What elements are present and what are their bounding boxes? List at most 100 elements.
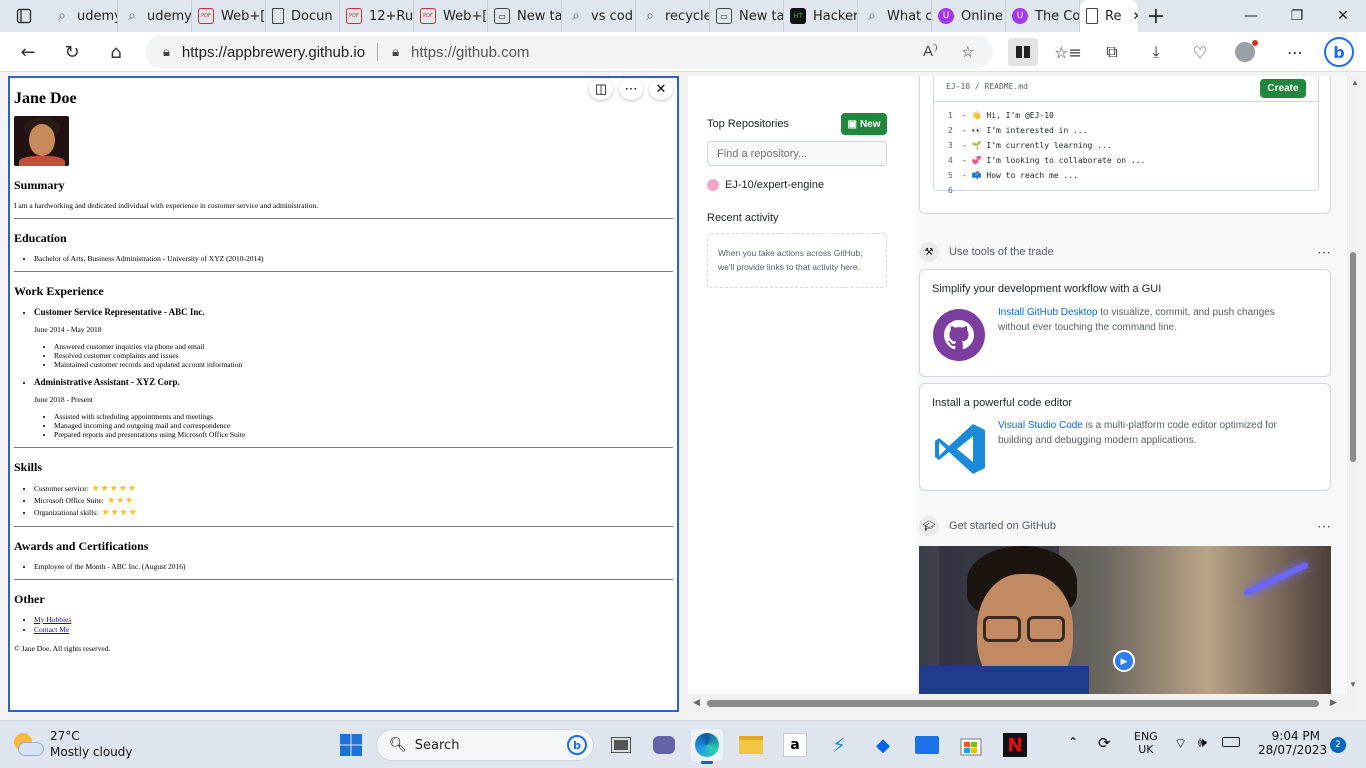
star-rating: ★★★ bbox=[103, 495, 135, 505]
find-repo-input[interactable] bbox=[707, 141, 887, 166]
education-item: Bachelor of Arts, Business Administratio… bbox=[34, 254, 673, 263]
weather-icon[interactable] bbox=[14, 731, 46, 759]
tab[interactable]: PDF Web+[ bbox=[192, 0, 266, 32]
tab-label: Online bbox=[961, 8, 1003, 24]
tab[interactable]: PDF Web+[ bbox=[414, 0, 488, 32]
language-indicator[interactable]: ENG UK bbox=[1134, 730, 1158, 756]
vertical-scrollbar[interactable]: ▲ ▼ bbox=[1347, 76, 1359, 694]
bing-chat-icon[interactable]: b bbox=[1322, 35, 1356, 69]
clock[interactable]: 9:04 PM 28/07/2023 bbox=[1258, 729, 1327, 757]
job-duty: Maintained customer records and updated … bbox=[54, 360, 673, 369]
battery-icon[interactable] bbox=[1222, 737, 1240, 747]
tab[interactable]: ▭ New ta bbox=[488, 0, 562, 32]
readme-line: 2- 👀 I’m interested in ... bbox=[948, 126, 1088, 135]
read-aloud-icon[interactable]: Aʼ) bbox=[923, 43, 937, 60]
started-more-icon[interactable]: ⋯ bbox=[1317, 518, 1331, 535]
start-button[interactable] bbox=[335, 729, 367, 761]
amazon-icon[interactable]: a bbox=[779, 729, 811, 761]
star-rating: ★★★★★ bbox=[88, 483, 137, 493]
taskbar-search[interactable]: 🔍︎ Search b bbox=[376, 729, 594, 761]
notification-badge[interactable]: 2 bbox=[1330, 737, 1346, 753]
edge-taskbar-icon[interactable] bbox=[691, 729, 723, 764]
open-in-tab-icon[interactable]: ◫ bbox=[589, 78, 613, 100]
wifi-icon[interactable]: ⌔ bbox=[1174, 735, 1187, 753]
search-icon: ⌕ bbox=[646, 8, 654, 24]
job-duty: Resolved customer complaints and issues bbox=[54, 351, 673, 360]
hackerrank-icon: HT bbox=[790, 8, 806, 24]
tab[interactable]: ⌕ udemy bbox=[118, 0, 192, 32]
netflix-icon[interactable]: N bbox=[999, 729, 1031, 761]
dropbox-icon[interactable]: ◆ bbox=[867, 729, 899, 761]
collections-icon[interactable]: ⧉ bbox=[1097, 38, 1127, 66]
github-sidebar: Top Repositories ▣New EJ-10/expert-engin… bbox=[688, 76, 916, 712]
star-rating: ★★★★ bbox=[98, 507, 138, 517]
play-icon[interactable]: ▶ bbox=[1113, 650, 1135, 672]
tab[interactable]: HT Hacker bbox=[784, 0, 858, 32]
repo-avatar-icon bbox=[707, 179, 719, 191]
refresh-button[interactable]: ↻ bbox=[58, 38, 86, 66]
favorites-icon[interactable]: ☆≡ bbox=[1053, 38, 1083, 66]
vertical-scroll-thumb[interactable] bbox=[1350, 252, 1356, 462]
horizontal-scroll-thumb[interactable] bbox=[707, 700, 1319, 707]
show-hidden-icons[interactable]: ⌃ bbox=[1068, 735, 1078, 749]
profile-avatar[interactable] bbox=[1230, 38, 1260, 66]
newtab-icon: ▭ bbox=[716, 8, 732, 24]
tab-label: Hacker bbox=[813, 8, 858, 24]
performance-icon[interactable]: ♡ bbox=[1185, 38, 1215, 66]
new-repo-button[interactable]: ▣ New bbox=[841, 113, 887, 135]
favorite-star-icon[interactable]: ☆ bbox=[961, 43, 974, 61]
tools-icon: ⚒ bbox=[919, 242, 939, 262]
resume: Jane Doe Summary I am a hardworking and … bbox=[10, 78, 677, 653]
task-view-icon[interactable] bbox=[605, 729, 637, 761]
tab[interactable]: U Online bbox=[932, 0, 1006, 32]
address-bar[interactable]: 🔒︎ https://appbrewery.github.io 🔒︎ https… bbox=[145, 36, 993, 68]
more-menu-icon[interactable]: ⋯ bbox=[1280, 38, 1310, 66]
pane-more-icon[interactable]: ⋯ bbox=[619, 78, 643, 100]
mail-icon[interactable] bbox=[911, 729, 943, 761]
job-duty: Managed incoming and outgoing mail and c… bbox=[54, 421, 673, 430]
create-button[interactable]: Create bbox=[1260, 79, 1306, 98]
skill-item: Organizational skills: ★★★★ bbox=[34, 507, 673, 518]
tab[interactable]: ▭ New ta bbox=[710, 0, 784, 32]
tab-actions-icon[interactable] bbox=[0, 0, 48, 32]
repo-link[interactable]: EJ-10/expert-engine bbox=[707, 179, 824, 191]
sync-icon[interactable]: ⟳ bbox=[1098, 734, 1111, 752]
horizontal-scrollbar[interactable]: ◀ ▶ bbox=[688, 694, 1359, 712]
other-heading: Other bbox=[14, 592, 45, 606]
visual-studio-code-link[interactable]: Visual Studio Code bbox=[998, 420, 1083, 431]
hobbies-link[interactable]: My Hobbies bbox=[34, 615, 71, 624]
tab-label: New ta bbox=[739, 8, 784, 24]
job-dates: June 2018 - Present bbox=[34, 395, 93, 404]
tab[interactable]: U The Co bbox=[1006, 0, 1080, 32]
volume-icon[interactable]: 🕪︎ bbox=[1198, 735, 1207, 751]
tools-more-icon[interactable]: ⋯ bbox=[1317, 244, 1331, 261]
microsoft-store-icon[interactable] bbox=[955, 729, 987, 761]
teams-chat-icon[interactable] bbox=[648, 729, 680, 761]
tab-label: Web+[ bbox=[443, 8, 488, 24]
split-screen-icon[interactable] bbox=[1008, 38, 1038, 66]
tab[interactable]: Docun bbox=[266, 0, 340, 32]
job-item: Customer Service Representative - ABC In… bbox=[34, 307, 673, 369]
tab[interactable]: ⌕ udemy bbox=[48, 0, 118, 32]
power-automate-icon[interactable]: ⚡︎ bbox=[823, 729, 855, 761]
install-github-desktop-link[interactable]: Install GitHub Desktop bbox=[998, 307, 1098, 318]
video-thumbnail[interactable]: ▶ bbox=[919, 546, 1331, 694]
minimize-button[interactable]: — bbox=[1228, 0, 1274, 32]
file-explorer-icon[interactable] bbox=[735, 729, 767, 761]
copyright: © Jane Doe. All rights reserved. bbox=[14, 644, 111, 653]
close-window-button[interactable]: ✕ bbox=[1320, 0, 1366, 32]
tab[interactable]: ⌕ What c bbox=[858, 0, 932, 32]
tab[interactable]: PDF 12+Ru bbox=[340, 0, 414, 32]
taskbar: 27°C Mostly cloudy 🔍︎ Search b a ⚡︎ ◆ N … bbox=[0, 720, 1366, 768]
tab-label: Re bbox=[1105, 8, 1122, 24]
tab[interactable]: ⌕ vs cod bbox=[562, 0, 636, 32]
close-pane-icon[interactable]: ✕ bbox=[649, 78, 673, 100]
new-tab-button[interactable]: + bbox=[1138, 0, 1174, 32]
restore-button[interactable]: ❐ bbox=[1274, 0, 1320, 32]
tab[interactable]: Re ✕ bbox=[1080, 0, 1138, 32]
back-button[interactable]: ← bbox=[14, 38, 42, 66]
contact-link[interactable]: Contact Me bbox=[34, 625, 69, 634]
home-button[interactable]: ⌂ bbox=[102, 38, 130, 66]
tab[interactable]: ⌕ recycle bbox=[636, 0, 710, 32]
downloads-icon[interactable]: ⤓ bbox=[1141, 38, 1171, 66]
